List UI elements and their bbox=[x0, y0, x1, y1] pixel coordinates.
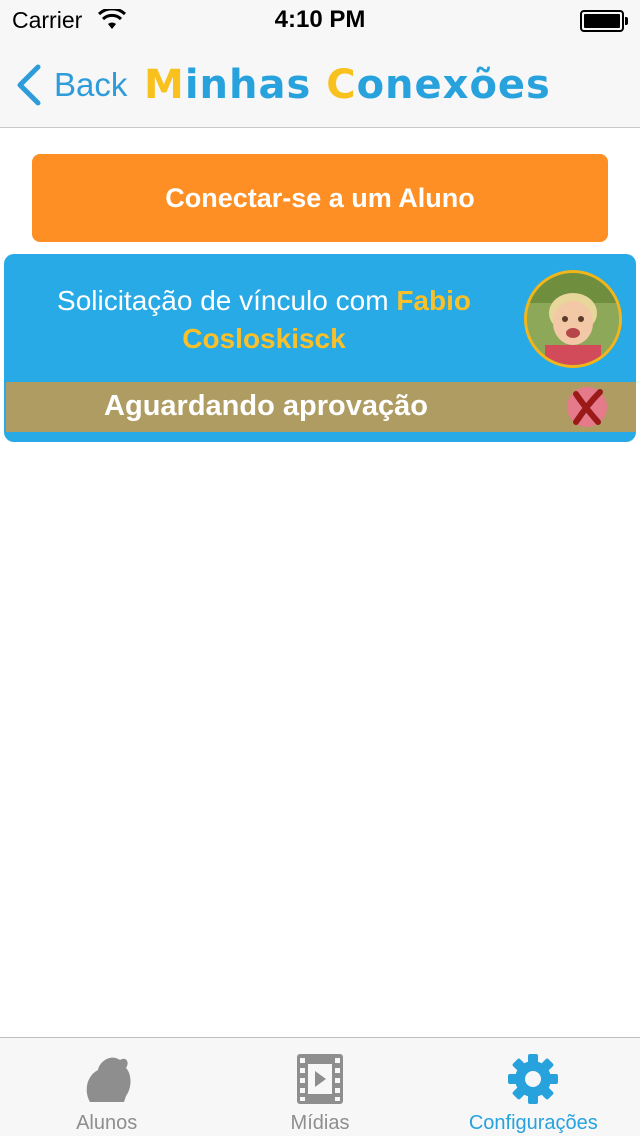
tab-configuracoes[interactable]: Configurações bbox=[427, 1038, 640, 1136]
back-button[interactable]: Back bbox=[14, 60, 127, 110]
status-bar: Carrier 4:10 PM bbox=[0, 0, 640, 40]
tab-label: Configurações bbox=[468, 1112, 598, 1134]
request-text: Solicitação de vínculo com bbox=[57, 285, 389, 316]
battery-icon bbox=[580, 10, 628, 32]
title-text: onexões bbox=[356, 62, 551, 108]
connect-student-button[interactable]: Conectar-se a um Aluno bbox=[32, 154, 608, 242]
title-accent-letter: C bbox=[326, 62, 357, 108]
film-icon bbox=[296, 1054, 343, 1104]
cancel-request-button[interactable] bbox=[564, 386, 610, 428]
back-label: Back bbox=[54, 66, 128, 103]
student-icon bbox=[86, 1057, 131, 1102]
title-text: inhas bbox=[184, 62, 327, 108]
student-avatar bbox=[524, 270, 622, 368]
chevron-left-icon bbox=[17, 64, 41, 106]
navigation-bar: Back Minhas Conexões bbox=[0, 40, 640, 128]
tab-label: Alunos bbox=[76, 1112, 138, 1134]
tab-alunos[interactable]: Alunos bbox=[0, 1038, 213, 1136]
clock: 4:10 PM bbox=[274, 6, 366, 33]
connection-request-card: Solicitação de vínculo com Fabio Coslosk… bbox=[4, 254, 636, 442]
request-message: Solicitação de vínculo com Fabio Coslosk… bbox=[24, 282, 504, 358]
avatar-photo bbox=[527, 273, 619, 365]
tab-midias[interactable]: Mídias bbox=[213, 1038, 426, 1136]
approval-status-row: Aguardando aprovação bbox=[6, 382, 636, 432]
gear-icon bbox=[508, 1054, 559, 1104]
title-accent-letter: M bbox=[144, 62, 185, 108]
tab-label: Mídias bbox=[290, 1112, 350, 1134]
page-title: Minhas Conexões bbox=[144, 62, 551, 108]
tab-bar: Alunos Mídias Configurações bbox=[0, 1037, 640, 1136]
approval-status-label: Aguardando aprovação bbox=[104, 390, 428, 422]
